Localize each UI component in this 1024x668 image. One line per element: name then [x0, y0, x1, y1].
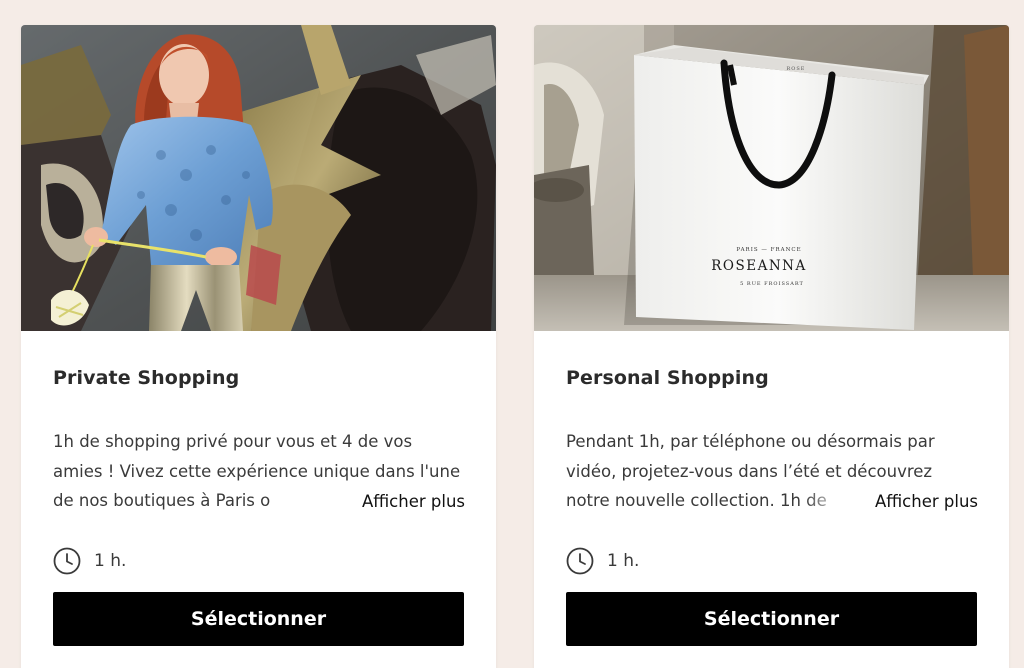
show-more-link[interactable]: Afficher plus [355, 490, 465, 514]
experience-card-grid: Private Shopping 1h de shopping privé po… [0, 0, 1024, 668]
card-photo-shopping-bag: PARIS — FRANCE ROSEANNA 5 RUE FROISSART … [534, 25, 1009, 331]
card-title: Private Shopping [53, 367, 240, 389]
bag-top-text: PARIS — FRANCE [736, 247, 801, 253]
clock-icon [53, 547, 81, 575]
card-photo-woman [21, 25, 496, 331]
duration-text: 1 h. [94, 551, 127, 571]
show-more-link[interactable]: Afficher plus [868, 490, 978, 514]
description-fade [804, 488, 854, 518]
bag-brand-text: ROSEANNA [711, 258, 806, 274]
bag-address-text: 5 RUE FROISSART [740, 281, 804, 287]
duration-info: 1 h. [53, 547, 126, 575]
select-button[interactable]: Sélectionner [566, 592, 977, 646]
experience-card-personal-shopping: PARIS — FRANCE ROSEANNA 5 RUE FROISSART … [534, 25, 1009, 668]
duration-info: 1 h. [566, 547, 639, 575]
bag-small-text: ROSE [787, 66, 806, 72]
duration-text: 1 h. [607, 551, 640, 571]
select-button[interactable]: Sélectionner [53, 592, 464, 646]
experience-card-private-shopping: Private Shopping 1h de shopping privé po… [21, 25, 496, 668]
clock-icon [566, 547, 594, 575]
card-title: Personal Shopping [566, 367, 769, 389]
description-fade [291, 488, 341, 518]
